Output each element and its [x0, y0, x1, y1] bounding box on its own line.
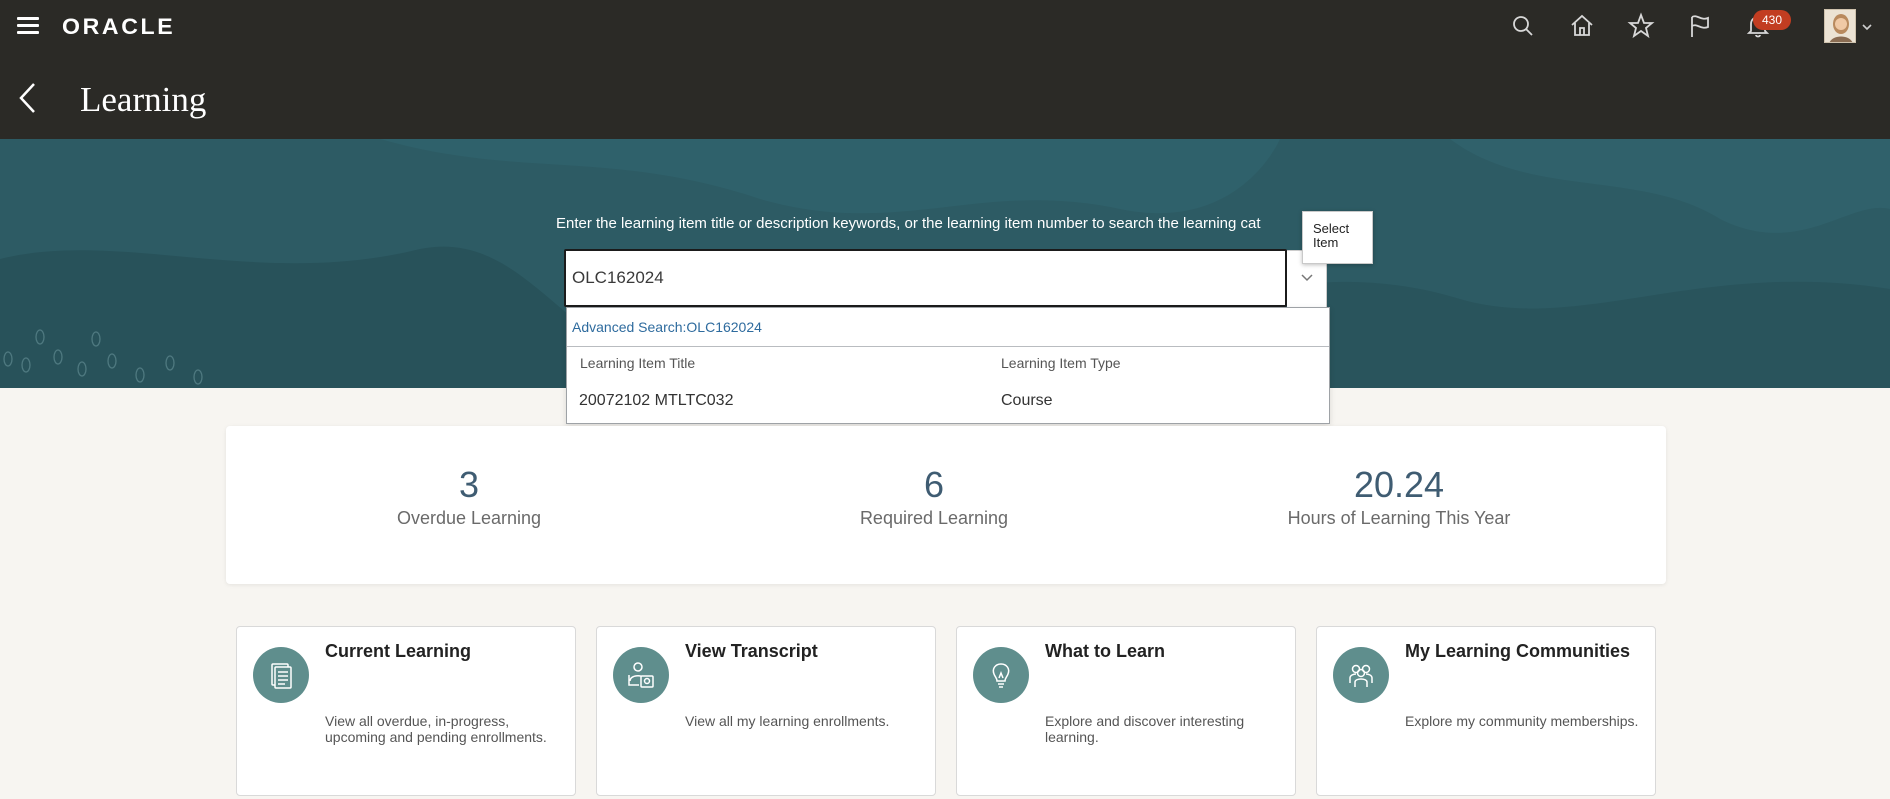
card-my-learning-communities[interactable]: My Learning Communities Explore my commu… — [1316, 626, 1656, 796]
stat-overdue-learning[interactable]: 3 Overdue Learning — [319, 464, 619, 529]
learning-stats-panel: 3 Overdue Learning 6 Required Learning 2… — [226, 426, 1666, 584]
stat-label: Overdue Learning — [396, 508, 542, 528]
back-arrow-icon[interactable] — [16, 80, 38, 116]
oracle-logo[interactable]: ORACLE — [62, 14, 175, 40]
chevron-down-icon — [1301, 274, 1313, 282]
avatar[interactable] — [1824, 9, 1856, 43]
chevron-down-icon[interactable] — [1860, 20, 1874, 34]
card-description: View all overdue, in-progress, upcoming … — [325, 713, 547, 745]
stat-value: 20.24 — [1353, 464, 1445, 505]
group-icon — [1333, 647, 1389, 703]
card-what-to-learn[interactable]: What to Learn Explore and discover inter… — [956, 626, 1296, 796]
select-item-tooltip: Select Item — [1302, 211, 1373, 264]
stat-label: Hours of Learning This Year — [1287, 508, 1511, 528]
card-title: My Learning Communities — [1405, 641, 1631, 661]
card-description: Explore and discover interesting learnin… — [1045, 713, 1245, 745]
notification-count-badge: 430 — [1753, 10, 1791, 30]
page-title: Learning — [80, 80, 207, 119]
document-list-icon — [253, 647, 309, 703]
card-title: What to Learn — [1045, 641, 1165, 661]
menu-icon[interactable] — [17, 17, 39, 35]
global-header: ORACLE 430 Learning — [0, 0, 1890, 139]
card-current-learning[interactable]: Current Learning View all overdue, in-pr… — [236, 626, 576, 796]
lightbulb-icon — [973, 647, 1029, 703]
column-header-type: Learning Item Type — [1001, 355, 1121, 371]
card-title: View Transcript — [685, 641, 818, 661]
watchlist-flag-icon[interactable] — [1686, 12, 1714, 40]
result-item-title[interactable]: 20072102 MTLTC032 — [579, 392, 733, 410]
card-description: Explore my community memberships. — [1405, 713, 1639, 729]
stat-value: 6 — [923, 464, 945, 505]
result-item-type: Course — [1001, 392, 1053, 409]
stat-hours-of-learning[interactable]: 20.24 Hours of Learning This Year — [1249, 464, 1549, 529]
stat-label: Required Learning — [859, 508, 1009, 528]
search-icon[interactable] — [1509, 12, 1537, 40]
stat-required-learning[interactable]: 6 Required Learning — [784, 464, 1084, 529]
card-view-transcript[interactable]: View Transcript View all my learning enr… — [596, 626, 936, 796]
learning-search-input[interactable] — [564, 249, 1287, 307]
card-title: Current Learning — [325, 641, 472, 661]
person-certificate-icon — [613, 647, 669, 703]
column-header-title: Learning Item Title — [580, 355, 696, 371]
stat-value: 3 — [458, 464, 480, 505]
search-suggestions-dropdown: Advanced Search:OLC162024 Learning Item … — [566, 307, 1330, 424]
home-icon[interactable] — [1568, 12, 1596, 40]
favorites-star-icon[interactable] — [1627, 12, 1655, 40]
divider — [567, 346, 1329, 347]
search-instructions: Enter the learning item title or descrip… — [556, 215, 1261, 232]
advanced-search-link[interactable]: Advanced Search:OLC162024 — [572, 319, 762, 335]
card-description: View all my learning enrollments. — [685, 713, 890, 729]
